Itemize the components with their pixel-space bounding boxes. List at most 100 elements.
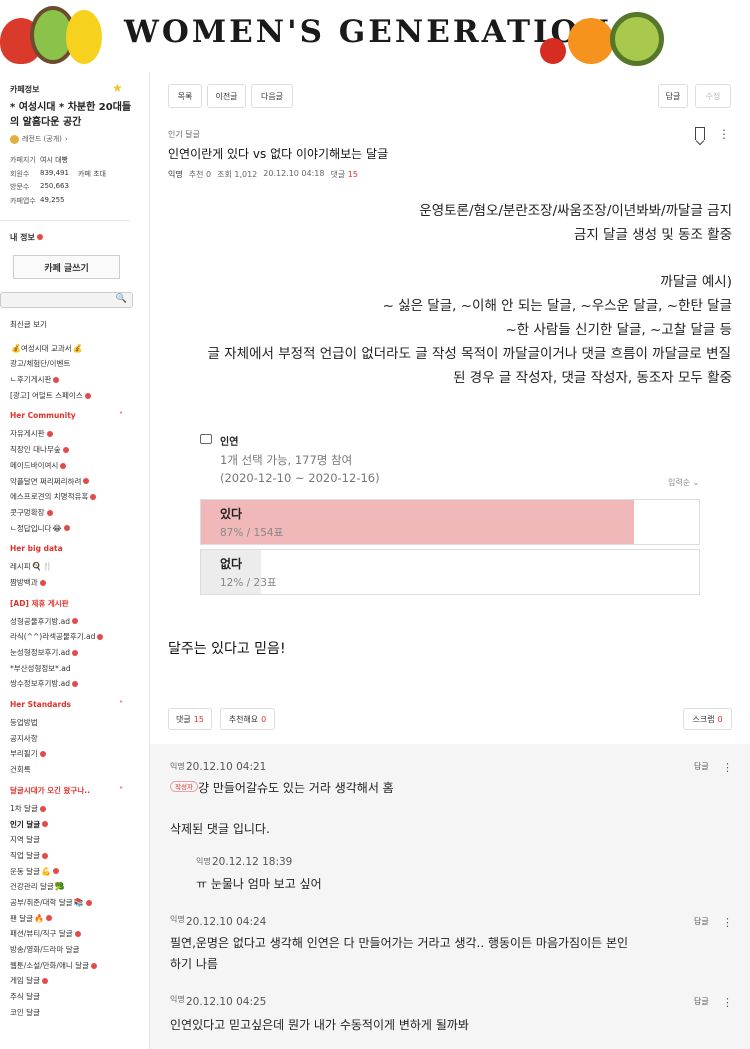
footer-label: 추천해요 bbox=[228, 714, 259, 724]
menu-group-her-community[interactable]: Her Community ˄ bbox=[10, 406, 145, 426]
prev-post-button[interactable]: 이전글 bbox=[207, 84, 246, 108]
menu-group-ad[interactable]: [AD] 제휴 게시판 bbox=[10, 594, 145, 614]
sidebar-menu-item[interactable]: 직장인 대나무숲 bbox=[10, 442, 145, 458]
comment-date: 20.12.12 18:39 bbox=[212, 856, 293, 868]
sidebar-menu-item-label: 게임 달글 bbox=[10, 976, 40, 986]
poll-sort-dropdown[interactable]: 입력순 ⌄ bbox=[668, 477, 699, 488]
sidebar-menu-item[interactable]: ㄴ정답입니다 😂 bbox=[10, 521, 145, 537]
sidebar-item-recent[interactable]: 최신글 보기 bbox=[10, 317, 145, 333]
stat-row: 회원수 839,491 카페 초대 bbox=[10, 169, 106, 183]
sidebar-menu-item[interactable]: 부리될기 bbox=[10, 746, 145, 762]
sidebar-menu-item[interactable]: 주식 달글 bbox=[10, 989, 145, 1005]
comment-author[interactable]: 익명 bbox=[170, 761, 185, 772]
collapse-icon[interactable]: ˄ bbox=[119, 781, 123, 801]
more-options-icon[interactable]: ⋮ bbox=[718, 128, 730, 140]
post-date: 20.12.10 04:18 bbox=[263, 169, 325, 178]
comment-reply-button[interactable]: 답글 bbox=[694, 916, 709, 927]
sidebar-menu-item[interactable]: 공부/취준/대학 달글 📚 bbox=[10, 895, 145, 911]
sidebar-menu-item[interactable]: 팬 달글 🔥 bbox=[10, 911, 145, 927]
scrap-button[interactable]: 스크랩 0 bbox=[683, 708, 732, 730]
menu-group-her-big-data[interactable]: Her big data bbox=[10, 539, 145, 559]
more-options-icon[interactable]: ⋮ bbox=[722, 917, 733, 928]
sidebar-menu-item[interactable]: 쌍수정보후기방.ad bbox=[10, 676, 145, 692]
sidebar-menu-item[interactable]: 패션/뷰티/직구 달글 bbox=[10, 926, 145, 942]
sidebar-menu-item[interactable]: 코인 달글 bbox=[10, 1005, 145, 1021]
sidebar-menu-item[interactable]: 악플달면 쩌리쩌리하려 bbox=[10, 474, 145, 490]
sidebar-menu-item[interactable]: 건회록 bbox=[10, 762, 145, 778]
edit-button[interactable]: 수정 bbox=[695, 84, 731, 108]
sidebar-menu-item[interactable]: 건강관리 달글 🥦 bbox=[10, 879, 145, 895]
sidebar-menu-item[interactable]: 자유게시판 bbox=[10, 426, 145, 442]
sidebar-menu-item[interactable]: 광고/체험단/이벤트 bbox=[10, 356, 145, 372]
comment-author[interactable]: 익명 bbox=[170, 994, 185, 1005]
comment-reply-button[interactable]: 답글 bbox=[694, 996, 709, 1007]
sidebar-menu-item-label: 부리될기 bbox=[10, 749, 38, 759]
recommend-button[interactable]: 추천해요 0 bbox=[220, 708, 275, 730]
sidebar-menu-item[interactable]: 지역 달글 bbox=[10, 832, 145, 848]
sidebar-menu-item[interactable]: 공지사항 bbox=[10, 731, 145, 747]
sidebar-menu-item[interactable]: 1차 달글 bbox=[10, 801, 145, 817]
menu-group-her-standards[interactable]: Her Standards ˄ bbox=[10, 695, 145, 715]
more-options-icon[interactable]: ⋮ bbox=[722, 762, 733, 773]
sidebar-menu-item[interactable]: 레시피 🍳 🍴 bbox=[10, 559, 145, 575]
sidebar-menu-item[interactable]: [광고] 어덜트 스페이스 bbox=[10, 388, 145, 404]
emoji-icon: 💰 bbox=[72, 343, 83, 353]
post-category[interactable]: 인기 달글 bbox=[168, 129, 200, 140]
sidebar-menu-item[interactable]: 💰 여성시대 교과서 💰 bbox=[10, 341, 145, 357]
sidebar-menu-item[interactable]: ㄴ후기게시판 bbox=[10, 372, 145, 388]
comment-reply-button[interactable]: 답글 bbox=[694, 761, 709, 772]
more-options-icon[interactable]: ⋮ bbox=[722, 997, 733, 1008]
sidebar-menu-item-label: 웹툰/소설/만화/애니 달글 bbox=[10, 960, 89, 970]
sidebar-menu-item[interactable]: 방송/영화/드라마 달글 bbox=[10, 942, 145, 958]
star-icon[interactable]: ★ bbox=[112, 81, 123, 95]
sidebar-menu-item[interactable]: 성형공물후기방.ad bbox=[10, 614, 145, 630]
list-button[interactable]: 목록 bbox=[168, 84, 202, 108]
cherry-illustration bbox=[540, 38, 566, 64]
sidebar-menu-item[interactable]: 짬방백과 bbox=[10, 575, 145, 591]
sidebar-menu-item[interactable]: 운동 달글 💪 bbox=[10, 864, 145, 880]
sidebar-menu-item-label: 눈성형정보후기.ad bbox=[10, 648, 71, 657]
collapse-icon[interactable]: ˄ bbox=[119, 695, 123, 715]
stat-value[interactable]: 여시 대빵 bbox=[40, 155, 78, 169]
sidebar-menu-item-label: 등업방법 bbox=[10, 718, 38, 728]
next-post-button[interactable]: 다음글 bbox=[251, 84, 293, 108]
sidebar-menu-item[interactable]: 콧구멍확장 bbox=[10, 505, 145, 521]
post-comment-count[interactable]: 댓글 15 bbox=[331, 169, 358, 180]
comment-author[interactable]: 익명 bbox=[170, 914, 185, 925]
sidebar-menu-item-label: 1차 달글 bbox=[10, 803, 38, 813]
poll-option-label: 없다 bbox=[220, 557, 243, 571]
search-icon[interactable]: 🔍 bbox=[116, 294, 127, 304]
sidebar-menu-item[interactable]: 라식(^^)라섹공물후기.ad bbox=[10, 629, 145, 645]
sidebar-search-input[interactable]: 🔍 bbox=[0, 292, 133, 308]
cutlery-icon: 🍴 bbox=[42, 562, 53, 572]
sidebar-menu-item[interactable]: 웹툰/소설/만화/애니 달글 bbox=[10, 958, 145, 974]
write-post-button[interactable]: 카페 글쓰기 bbox=[13, 255, 120, 279]
cafe-name[interactable]: * 여성시대 * 차분한 20대들의 알흠다운 공간 bbox=[10, 100, 140, 130]
sidebar-menu-item[interactable]: 눈성형정보후기.ad bbox=[10, 645, 145, 661]
bookmark-icon[interactable] bbox=[695, 127, 705, 140]
comments-toggle-button[interactable]: 댓글 15 bbox=[168, 708, 212, 730]
menu-group-dalgeul[interactable]: 달글시대가 오긴 왔구나.. ˄ bbox=[10, 781, 145, 801]
banner-title: WOMEN'S GENERATION bbox=[124, 14, 612, 50]
cafe-banner[interactable]: WOMEN'S GENERATION bbox=[0, 0, 750, 68]
invite-link[interactable]: 카페 초대 bbox=[78, 169, 106, 183]
sidebar-menu-item[interactable]: 게임 달글 bbox=[10, 973, 145, 989]
my-info[interactable]: 내 정보 bbox=[10, 232, 43, 243]
collapse-icon[interactable]: ˄ bbox=[119, 406, 123, 426]
comment-author[interactable]: 익명 bbox=[196, 856, 211, 867]
sidebar-menu-item[interactable]: 인기 달글 bbox=[10, 817, 145, 833]
sidebar-menu-item[interactable]: 메이드바이여시 bbox=[10, 458, 145, 474]
poll-option[interactable]: 없다 12% / 23표 bbox=[200, 549, 700, 595]
poll-option[interactable]: 있다 87% / 154표 bbox=[200, 499, 700, 545]
group-title: [AD] 제휴 게시판 bbox=[10, 598, 69, 608]
post-author[interactable]: 익명 bbox=[168, 169, 183, 180]
sidebar-menu-item[interactable]: 에스프로견의 치명적유혹 bbox=[10, 489, 145, 505]
sidebar-menu-item[interactable]: 등업방법 bbox=[10, 715, 145, 731]
cafe-rank[interactable]: 레전드 (공개) › bbox=[10, 134, 68, 144]
sidebar-menu-item[interactable]: *부산성형정보*.ad bbox=[10, 661, 145, 677]
reply-button[interactable]: 답글 bbox=[658, 84, 688, 108]
my-info-label: 내 정보 bbox=[10, 233, 35, 242]
sidebar-menu-item-label: 여성시대 교과서 bbox=[20, 343, 72, 353]
sidebar-menu-item-label: 콧구멍확장 bbox=[10, 507, 45, 517]
sidebar-menu-item[interactable]: 직업 달글 bbox=[10, 848, 145, 864]
